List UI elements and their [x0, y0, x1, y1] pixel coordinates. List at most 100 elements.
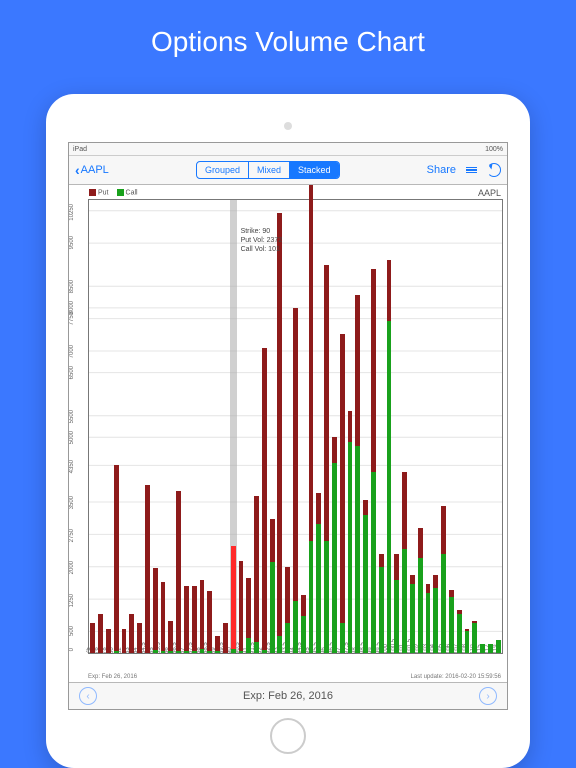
- put-bar: [106, 629, 111, 653]
- expiration-label[interactable]: Exp: Feb 26, 2016: [243, 690, 333, 702]
- y-tick: 500: [69, 626, 75, 636]
- call-bar: [200, 649, 205, 653]
- put-bar: [402, 472, 407, 550]
- call-bar: [394, 580, 399, 653]
- home-button[interactable]: [270, 718, 306, 754]
- put-bar: [441, 506, 446, 553]
- call-bar: [254, 642, 259, 653]
- screen: iPad 100% ‹ AAPL Grouped Mixed Stacked S…: [68, 142, 508, 710]
- exp-note: Exp: Feb 26, 2016: [88, 674, 137, 680]
- call-bar: [418, 558, 423, 653]
- y-tick: 2750: [69, 529, 75, 542]
- put-bar: [285, 567, 290, 623]
- put-bar: [433, 575, 438, 588]
- legend-put-label: Put: [98, 189, 109, 196]
- y-tick: 8500: [69, 280, 75, 293]
- tooltip-put: Put Vol: 2372: [241, 237, 283, 246]
- call-bar: [277, 636, 282, 653]
- ticker-label: AAPL: [478, 188, 501, 198]
- status-battery: 100%: [485, 146, 503, 153]
- y-tick: 5500: [69, 410, 75, 423]
- y-tick: 10250: [69, 204, 75, 221]
- call-bar: [301, 616, 306, 653]
- prev-exp-button[interactable]: ‹: [79, 687, 97, 705]
- put-bar: [348, 411, 353, 441]
- put-bar: [379, 554, 384, 567]
- put-bar: [122, 629, 127, 653]
- put-bar: [239, 561, 244, 652]
- put-bar: [457, 610, 462, 614]
- put-bar: [207, 591, 212, 651]
- put-bar: [114, 465, 119, 651]
- put-bar: [215, 636, 220, 651]
- put-bar: [262, 348, 267, 650]
- y-axis-ticks: 0500125020002750350043505000550065007000…: [71, 199, 88, 654]
- call-bar: [410, 584, 415, 653]
- y-tick: 5000: [69, 431, 75, 444]
- device-frame: iPad 100% ‹ AAPL Grouped Mixed Stacked S…: [46, 94, 530, 768]
- put-bar: [231, 546, 236, 648]
- legend: Put Call: [89, 189, 138, 196]
- call-bar: [433, 588, 438, 653]
- put-bar: [363, 500, 368, 515]
- status-device: iPad: [73, 146, 87, 153]
- camera-dot: [284, 122, 292, 130]
- put-bar: [418, 528, 423, 558]
- call-bar: [168, 651, 173, 653]
- call-bar: [293, 601, 298, 653]
- call-bar: [316, 524, 321, 653]
- call-bar: [363, 515, 368, 653]
- legend-call-label: Call: [126, 189, 138, 196]
- status-bar: iPad 100%: [69, 143, 507, 156]
- update-note: Last update: 2016-02-20 15:59:56: [411, 674, 501, 680]
- put-bar: [254, 496, 259, 643]
- toolbar: ‹ AAPL Grouped Mixed Stacked Share: [69, 156, 507, 185]
- call-bar: [449, 597, 454, 653]
- tooltip: Strike: 90 Put Vol: 2372 Call Vol: 101: [241, 228, 283, 254]
- put-bar: [200, 580, 205, 649]
- call-bar: [239, 651, 244, 653]
- y-tick: 4350: [69, 460, 75, 473]
- put-bar: [472, 621, 477, 623]
- seg-grouped[interactable]: Grouped: [197, 162, 249, 178]
- call-bar: [262, 650, 267, 653]
- plot[interactable]: Strike: 90 Put Vol: 2372 Call Vol: 101: [88, 199, 503, 654]
- call-bar: [207, 651, 212, 653]
- call-bar: [402, 549, 407, 653]
- call-bar: [309, 541, 314, 653]
- put-bar: [355, 295, 360, 446]
- share-button[interactable]: Share: [427, 164, 456, 176]
- put-bar: [394, 554, 399, 580]
- segmented-control: Grouped Mixed Stacked: [196, 161, 340, 179]
- put-bar: [176, 491, 181, 651]
- put-bar: [387, 260, 392, 320]
- y-tick: 1250: [69, 594, 75, 607]
- next-exp-button[interactable]: ›: [479, 687, 497, 705]
- call-bar: [472, 623, 477, 653]
- bars-container: [89, 200, 502, 653]
- call-bar: [192, 651, 197, 653]
- seg-mixed[interactable]: Mixed: [249, 162, 290, 178]
- back-label: AAPL: [81, 164, 109, 176]
- put-bar: [332, 437, 337, 463]
- call-bar: [215, 651, 220, 653]
- seg-stacked[interactable]: Stacked: [290, 162, 339, 178]
- menu-icon[interactable]: [466, 167, 477, 174]
- back-button[interactable]: ‹ AAPL: [75, 162, 109, 178]
- put-bar: [223, 623, 228, 653]
- call-bar: [465, 631, 470, 653]
- put-bar: [184, 586, 189, 651]
- y-tick: 6500: [69, 366, 75, 379]
- tooltip-strike: Strike: 90: [241, 228, 283, 237]
- call-bar: [332, 463, 337, 653]
- put-bar: [129, 614, 134, 653]
- call-bar: [161, 651, 166, 653]
- call-bar: [355, 446, 360, 653]
- call-bar: [496, 640, 501, 653]
- call-bar: [457, 614, 462, 653]
- y-tick: 3500: [69, 496, 75, 509]
- put-bar: [161, 582, 166, 651]
- call-bar: [348, 442, 353, 653]
- refresh-icon[interactable]: [487, 163, 501, 177]
- call-bar: [184, 651, 189, 653]
